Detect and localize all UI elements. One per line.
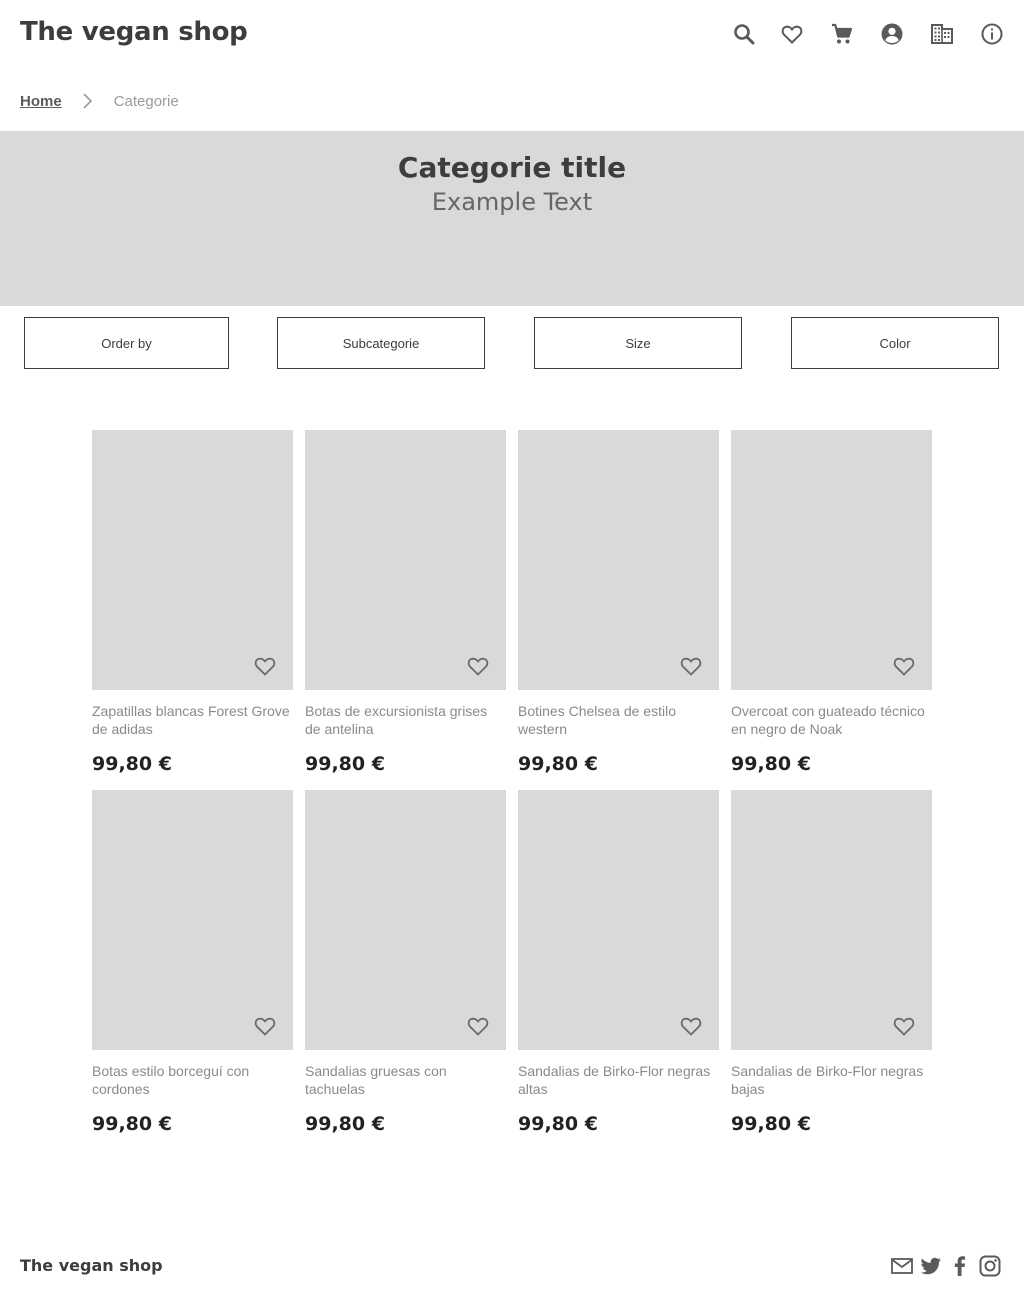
product-card[interactable]: Overcoat con guateado técnico en negro d… [731, 430, 932, 780]
heart-icon[interactable] [253, 654, 277, 678]
product-card[interactable]: Zapatillas blancas Forest Grove de adida… [92, 430, 293, 780]
color-filter-button[interactable]: Color [791, 317, 999, 369]
product-name[interactable]: Botas estilo borceguí con cordones [92, 1062, 293, 1098]
product-price: 99,80 € [305, 1113, 385, 1135]
heart-icon[interactable] [778, 20, 806, 48]
product-image[interactable] [92, 430, 293, 690]
twitter-icon[interactable] [919, 1254, 943, 1278]
product-image[interactable] [305, 430, 506, 690]
footer-brand[interactable]: The vegan shop [20, 1256, 163, 1275]
product-image[interactable] [731, 790, 932, 1050]
product-price: 99,80 € [731, 1113, 811, 1135]
size-filter-button[interactable]: Size [534, 317, 742, 369]
category-title: Categorie title [397, 151, 627, 184]
account-icon[interactable] [878, 20, 906, 48]
product-name[interactable]: Botas de excursionista grises de antelin… [305, 702, 506, 738]
store-icon[interactable] [928, 20, 956, 48]
product-price: 99,80 € [92, 753, 172, 775]
category-banner: Categorie title Example Text [0, 131, 1024, 306]
facebook-icon[interactable] [948, 1254, 972, 1278]
product-card[interactable]: Sandalias de Birko-Flor negras bajas 99,… [731, 790, 932, 1140]
product-image[interactable] [731, 430, 932, 690]
search-icon[interactable] [730, 20, 758, 48]
product-image[interactable] [92, 790, 293, 1050]
product-card[interactable]: Botas de excursionista grises de antelin… [305, 430, 506, 780]
product-card[interactable]: Botines Chelsea de estilo western 99,80 … [518, 430, 719, 780]
product-card[interactable]: Sandalias gruesas con tachuelas 99,80 € [305, 790, 506, 1140]
heart-icon[interactable] [253, 1014, 277, 1038]
subcategorie-filter-button[interactable]: Subcategorie [277, 317, 485, 369]
product-price: 99,80 € [518, 753, 598, 775]
heart-icon[interactable] [679, 1014, 703, 1038]
heart-icon[interactable] [892, 654, 916, 678]
cart-icon[interactable] [828, 20, 856, 48]
product-name[interactable]: Sandalias de Birko-Flor negras altas [518, 1062, 719, 1098]
heart-icon[interactable] [466, 1014, 490, 1038]
product-name[interactable]: Sandalias de Birko-Flor negras bajas [731, 1062, 932, 1098]
product-price: 99,80 € [305, 753, 385, 775]
order-by-button[interactable]: Order by [24, 317, 229, 369]
info-icon[interactable] [978, 20, 1006, 48]
product-card[interactable]: Sandalias de Birko-Flor negras altas 99,… [518, 790, 719, 1140]
product-name[interactable]: Sandalias gruesas con tachuelas [305, 1062, 506, 1098]
product-name[interactable]: Overcoat con guateado técnico en negro d… [731, 702, 932, 738]
product-price: 99,80 € [518, 1113, 598, 1135]
breadcrumb-current: Categorie [113, 92, 179, 110]
product-price: 99,80 € [92, 1113, 172, 1135]
product-price: 99,80 € [731, 753, 811, 775]
breadcrumb: Home Categorie [20, 90, 179, 112]
instagram-icon[interactable] [978, 1254, 1002, 1278]
chevron-right-icon [82, 92, 94, 110]
product-image[interactable] [518, 790, 719, 1050]
product-name[interactable]: Botines Chelsea de estilo western [518, 702, 719, 738]
category-subtitle: Example Text [431, 188, 593, 216]
heart-icon[interactable] [679, 654, 703, 678]
product-image[interactable] [305, 790, 506, 1050]
heart-icon[interactable] [466, 654, 490, 678]
mail-icon[interactable] [890, 1254, 914, 1278]
product-image[interactable] [518, 430, 719, 690]
product-name[interactable]: Zapatillas blancas Forest Grove de adida… [92, 702, 293, 738]
heart-icon[interactable] [892, 1014, 916, 1038]
product-card[interactable]: Botas estilo borceguí con cordones 99,80… [92, 790, 293, 1140]
breadcrumb-home-link[interactable]: Home [20, 93, 62, 110]
header-icons [0, 20, 1024, 48]
site-header: The vegan shop [0, 0, 1024, 70]
